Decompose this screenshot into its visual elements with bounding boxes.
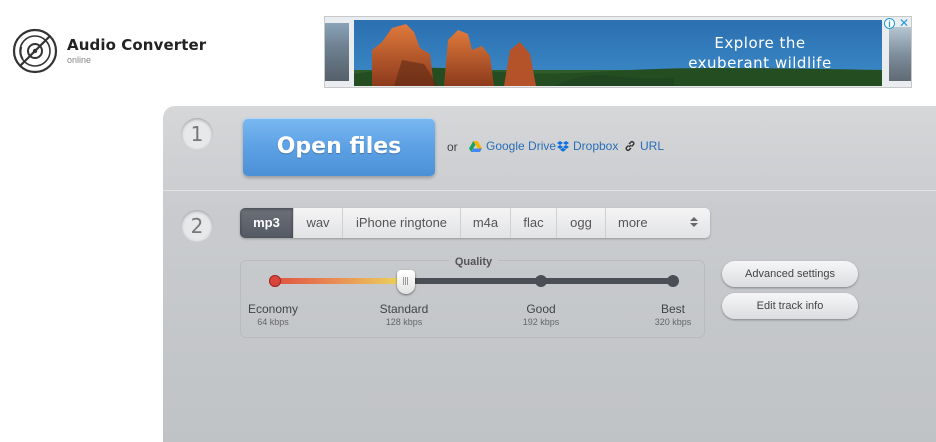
quality-stop-best-dot[interactable] bbox=[667, 275, 679, 287]
google-drive-icon bbox=[469, 140, 482, 152]
tab-wav[interactable]: wav bbox=[294, 208, 343, 238]
ad-text-line2: exuberant wildlife bbox=[688, 54, 832, 72]
quality-stop-kbps: 192 kbps bbox=[522, 317, 560, 327]
ad-banner[interactable]: Explore the exuberant wildlife i ✕ bbox=[324, 16, 912, 88]
ad-left-image bbox=[325, 23, 349, 81]
or-label: or bbox=[447, 140, 458, 154]
tab-ogg[interactable]: ogg bbox=[557, 208, 606, 238]
quality-stop-kbps: 64 kbps bbox=[257, 317, 289, 327]
vinyl-disc-icon bbox=[12, 28, 58, 74]
ad-right-image bbox=[889, 27, 911, 81]
edit-track-info-button[interactable]: Edit track info bbox=[722, 293, 858, 319]
quality-stop-name: Best bbox=[660, 302, 685, 316]
format-tabs: mp3 wav iPhone ringtone m4a flac ogg mor… bbox=[240, 208, 710, 238]
ad-close-icon[interactable]: ✕ bbox=[899, 17, 909, 30]
open-files-button[interactable]: Open files bbox=[243, 118, 435, 176]
quality-slider-fill bbox=[272, 278, 406, 284]
tab-more-label: more bbox=[618, 215, 648, 230]
dropbox-label: Dropbox bbox=[573, 139, 619, 153]
url-label: URL bbox=[640, 139, 665, 153]
quality-stop-kbps: 128 kbps bbox=[385, 317, 423, 327]
quality-stop-name: Economy bbox=[247, 302, 299, 316]
quality-slider-track[interactable] bbox=[272, 278, 674, 284]
quality-stop-good-dot[interactable] bbox=[535, 275, 547, 287]
tab-m4a[interactable]: m4a bbox=[461, 208, 511, 238]
quality-stop-economy-dot[interactable] bbox=[269, 275, 281, 287]
quality-title: Quality bbox=[448, 256, 499, 268]
dropbox-icon bbox=[557, 140, 569, 152]
converter-panel: 1 Open files or Google Drive Dropbox URL… bbox=[163, 106, 936, 442]
google-drive-label: Google Drive bbox=[486, 139, 557, 153]
quality-stop-good[interactable]: Good 192 kbps bbox=[501, 302, 581, 328]
quality-stop-economy[interactable]: Economy 64 kbps bbox=[233, 302, 313, 328]
app-logo[interactable]: Audio Converter online bbox=[12, 28, 206, 74]
quality-stop-best[interactable]: Best 320 kbps bbox=[633, 302, 713, 328]
tab-more[interactable]: more bbox=[606, 208, 710, 238]
step-2-badge: 2 bbox=[181, 210, 213, 242]
tab-mp3[interactable]: mp3 bbox=[240, 208, 294, 238]
app-title: Audio Converter bbox=[67, 35, 207, 54]
tab-iphone-ringtone[interactable]: iPhone ringtone bbox=[343, 208, 461, 238]
quality-stop-standard[interactable]: Standard 128 kbps bbox=[364, 302, 444, 328]
app-subtitle: online bbox=[67, 54, 92, 65]
dropbox-link[interactable]: Dropbox bbox=[557, 139, 618, 153]
quality-stop-name: Standard bbox=[379, 302, 429, 316]
tab-flac[interactable]: flac bbox=[511, 208, 557, 238]
ad-info-icon[interactable]: i bbox=[884, 18, 895, 29]
link-icon bbox=[625, 141, 635, 151]
quality-panel: Quality Economy 64 kbps Standard 128 kbp… bbox=[240, 256, 705, 338]
ad-headline[interactable]: Explore the exuberant wildlife bbox=[655, 33, 865, 73]
ad-text-line1: Explore the bbox=[714, 34, 806, 52]
quality-stop-kbps: 320 kbps bbox=[654, 317, 692, 327]
advanced-settings-button[interactable]: Advanced settings bbox=[722, 261, 858, 287]
quality-stop-name: Good bbox=[526, 302, 556, 316]
quality-slider-thumb[interactable] bbox=[397, 270, 415, 294]
up-down-arrows-icon bbox=[690, 217, 698, 227]
url-link[interactable]: URL bbox=[624, 139, 664, 153]
google-drive-link[interactable]: Google Drive bbox=[469, 139, 556, 153]
section-divider bbox=[163, 190, 936, 191]
step-1-badge: 1 bbox=[181, 118, 213, 150]
